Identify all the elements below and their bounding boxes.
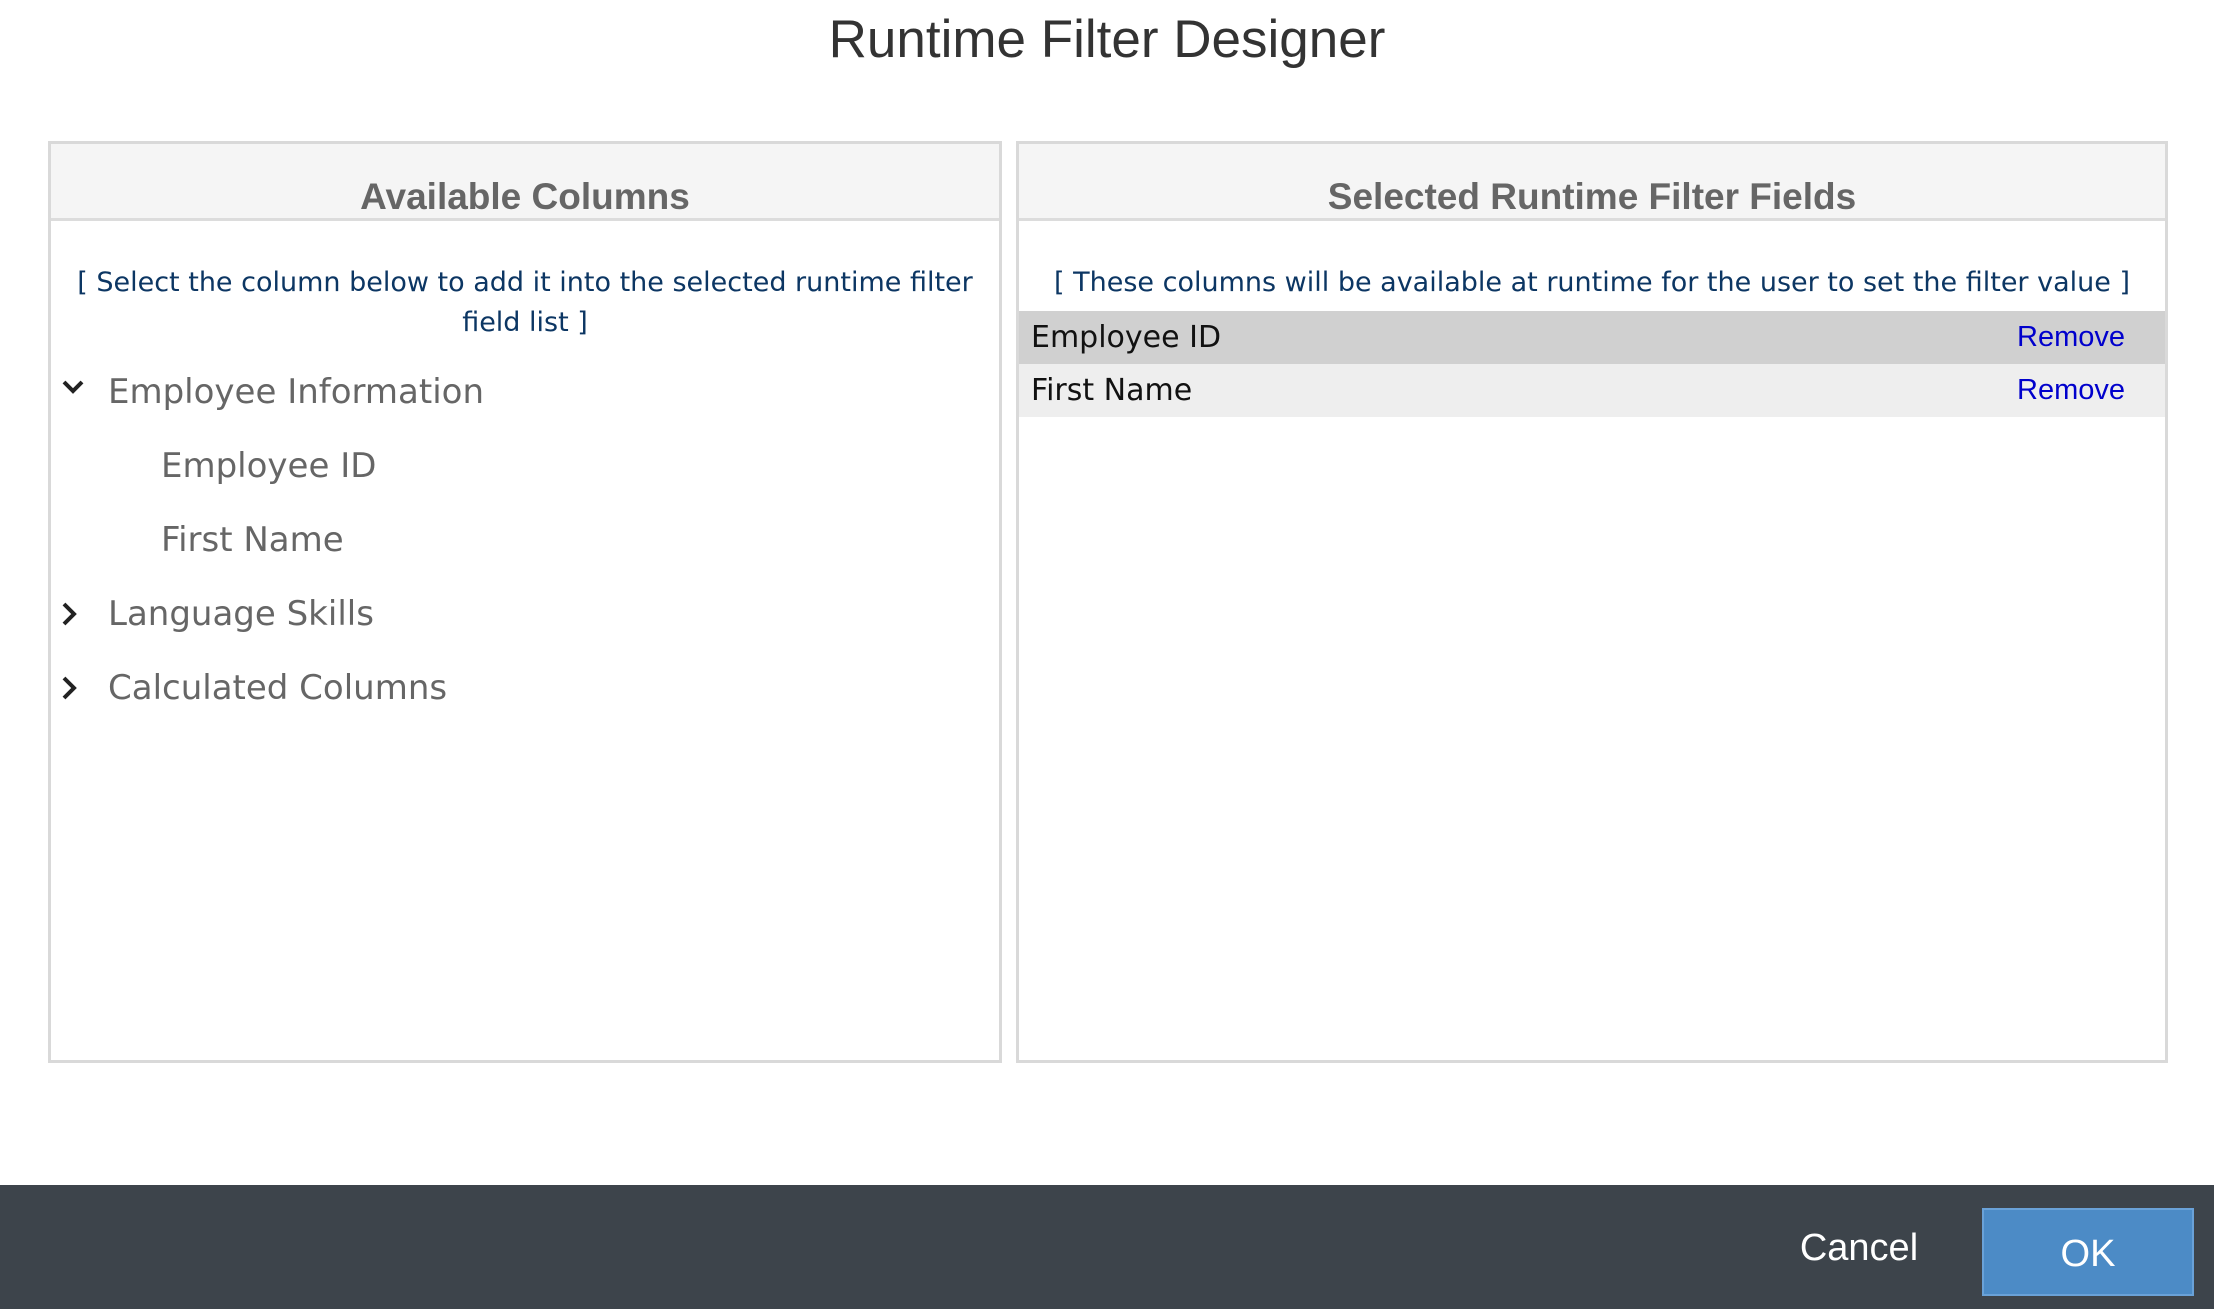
- ok-button[interactable]: OK: [1982, 1208, 2194, 1296]
- cancel-button[interactable]: Cancel: [1776, 1208, 1942, 1288]
- selected-field-list: Employee ID Remove First Name Remove: [1019, 311, 2165, 417]
- tree-node-label: Calculated Columns: [108, 668, 448, 708]
- tree-node-calculated-columns[interactable]: Calculated Columns: [51, 651, 999, 725]
- selected-field-row[interactable]: Employee ID Remove: [1019, 311, 2165, 364]
- selected-field-row[interactable]: First Name Remove: [1019, 364, 2165, 417]
- tree-node-label: Employee Information: [108, 372, 485, 412]
- chevron-down-icon[interactable]: [55, 355, 89, 429]
- dialog-footer: Cancel OK: [0, 1185, 2214, 1309]
- tree-node-first-name[interactable]: First Name: [51, 503, 999, 577]
- dialog-title: Runtime Filter Designer: [828, 10, 1386, 69]
- tree-node-label: First Name: [161, 520, 344, 560]
- field-label: First Name: [1031, 373, 1193, 408]
- available-columns-hint: [ Select the column below to add it into…: [77, 267, 973, 338]
- selected-fields-hint: [ These columns will be available at run…: [1054, 267, 2130, 298]
- available-columns-panel: Available Columns [ Select the column be…: [48, 141, 1002, 1063]
- tree-node-employee-id[interactable]: Employee ID: [51, 429, 999, 503]
- tree-node-employee-information[interactable]: Employee Information: [51, 355, 999, 429]
- column-tree: Employee Information Employee ID First N…: [51, 355, 999, 725]
- tree-node-label: Language Skills: [108, 594, 374, 634]
- selected-fields-header: Selected Runtime Filter Fields: [1019, 144, 2165, 221]
- field-label: Employee ID: [1031, 320, 1222, 355]
- chevron-right-icon[interactable]: [55, 651, 89, 725]
- remove-link[interactable]: Remove: [2017, 311, 2125, 364]
- remove-link[interactable]: Remove: [2017, 364, 2125, 417]
- chevron-right-icon[interactable]: [55, 577, 89, 651]
- tree-node-label: Employee ID: [161, 446, 377, 486]
- available-columns-header: Available Columns: [51, 144, 999, 221]
- selected-fields-panel: Selected Runtime Filter Fields [ These c…: [1016, 141, 2168, 1063]
- tree-node-language-skills[interactable]: Language Skills: [51, 577, 999, 651]
